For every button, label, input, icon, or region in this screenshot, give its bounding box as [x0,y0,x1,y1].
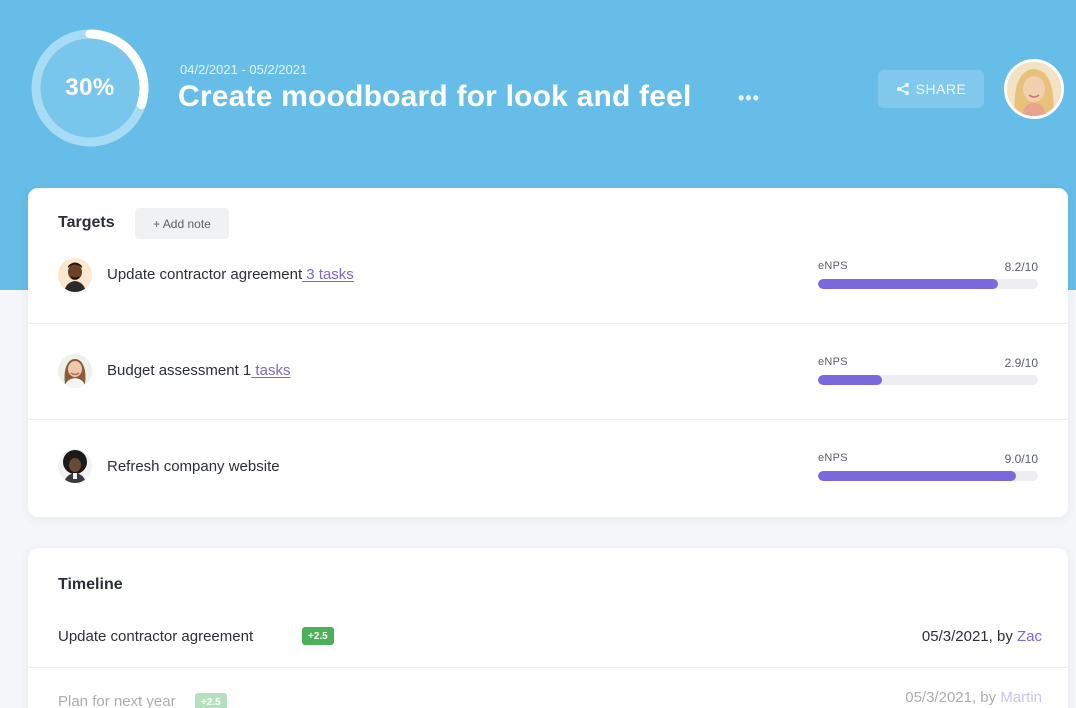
metric-name: eNPS [818,356,848,368]
timeline-item-label: Plan for next year [58,693,176,708]
date-range: 04/2/2021 - 05/2/2021 [180,62,308,77]
person-avatar-icon [58,258,92,292]
avatar [58,258,92,292]
metric-value: 9.0/10 [1004,452,1038,466]
timeline-date-text: 05/3/2021, by [921,628,1017,645]
target-label: Budget assessment 1 [107,362,252,379]
timeline-item-label: Update contractor agreement [58,628,254,645]
share-button[interactable]: SHARE [878,70,984,108]
timeline-author-link[interactable]: Martin [1000,689,1042,706]
metric-bar-fill [818,471,1016,481]
metric-name: eNPS [818,260,848,272]
more-options-icon[interactable]: ••• [738,88,760,109]
score-badge: +2.5 [195,693,227,708]
timeline-date: 05/3/2021, by Martin [905,689,1042,706]
target-title: Budget assessment 1 tasks [107,362,290,379]
metric-value: 8.2/10 [1004,260,1038,274]
avatar [58,354,92,388]
timeline-date: 05/3/2021, by Zac [922,628,1042,645]
timeline-row[interactable]: Plan for next year +2.5 05/3/2021, by Ma… [28,669,1068,708]
target-title: Update contractor agreement 3 tasks [107,266,354,283]
metric-value: 2.9/10 [1004,356,1038,370]
avatar[interactable] [1004,59,1064,119]
timeline-date-text: 05/3/2021, by [905,689,1001,706]
score-badge: +2.5 [302,627,334,645]
targets-card: Targets + Add note Update contractor agr… [28,188,1068,517]
metric-bar-fill [818,279,999,289]
share-icon [896,83,909,95]
metric-name: eNPS [818,452,848,464]
progress-ring: 30% [26,26,154,154]
target-title: Refresh company website [107,458,280,475]
timeline-row[interactable]: Update contractor agreement +2.5 05/3/20… [28,614,1068,668]
target-label: Update contractor agreement [107,266,303,283]
timeline-card: Timeline Update contractor agreement +2.… [28,548,1068,708]
person-avatar-icon [58,449,92,483]
tasks-link[interactable]: 3 tasks [302,266,354,283]
target-row[interactable]: Update contractor agreement 3 tasks eNPS… [28,228,1068,324]
share-label: SHARE [915,81,967,97]
metric-bar [818,279,1038,289]
person-avatar-icon [58,354,92,388]
target-row[interactable]: Refresh company website eNPS 9.0/10 [28,420,1068,516]
timeline-author-link[interactable]: Zac [1017,628,1042,645]
avatar [58,449,92,483]
page-title[interactable]: Create moodboard for look and feel [178,80,692,114]
metric-bar [818,375,1038,385]
metric-bar-fill [818,375,882,385]
metric-bar [818,471,1038,481]
progress-percent: 30% [65,74,115,101]
target-label: Refresh company website [107,458,280,475]
user-avatar-icon [1007,62,1061,116]
target-row[interactable]: Budget assessment 1 tasks eNPS 2.9/10 [28,324,1068,420]
timeline-heading: Timeline [58,576,123,593]
tasks-link[interactable]: tasks [251,362,290,379]
